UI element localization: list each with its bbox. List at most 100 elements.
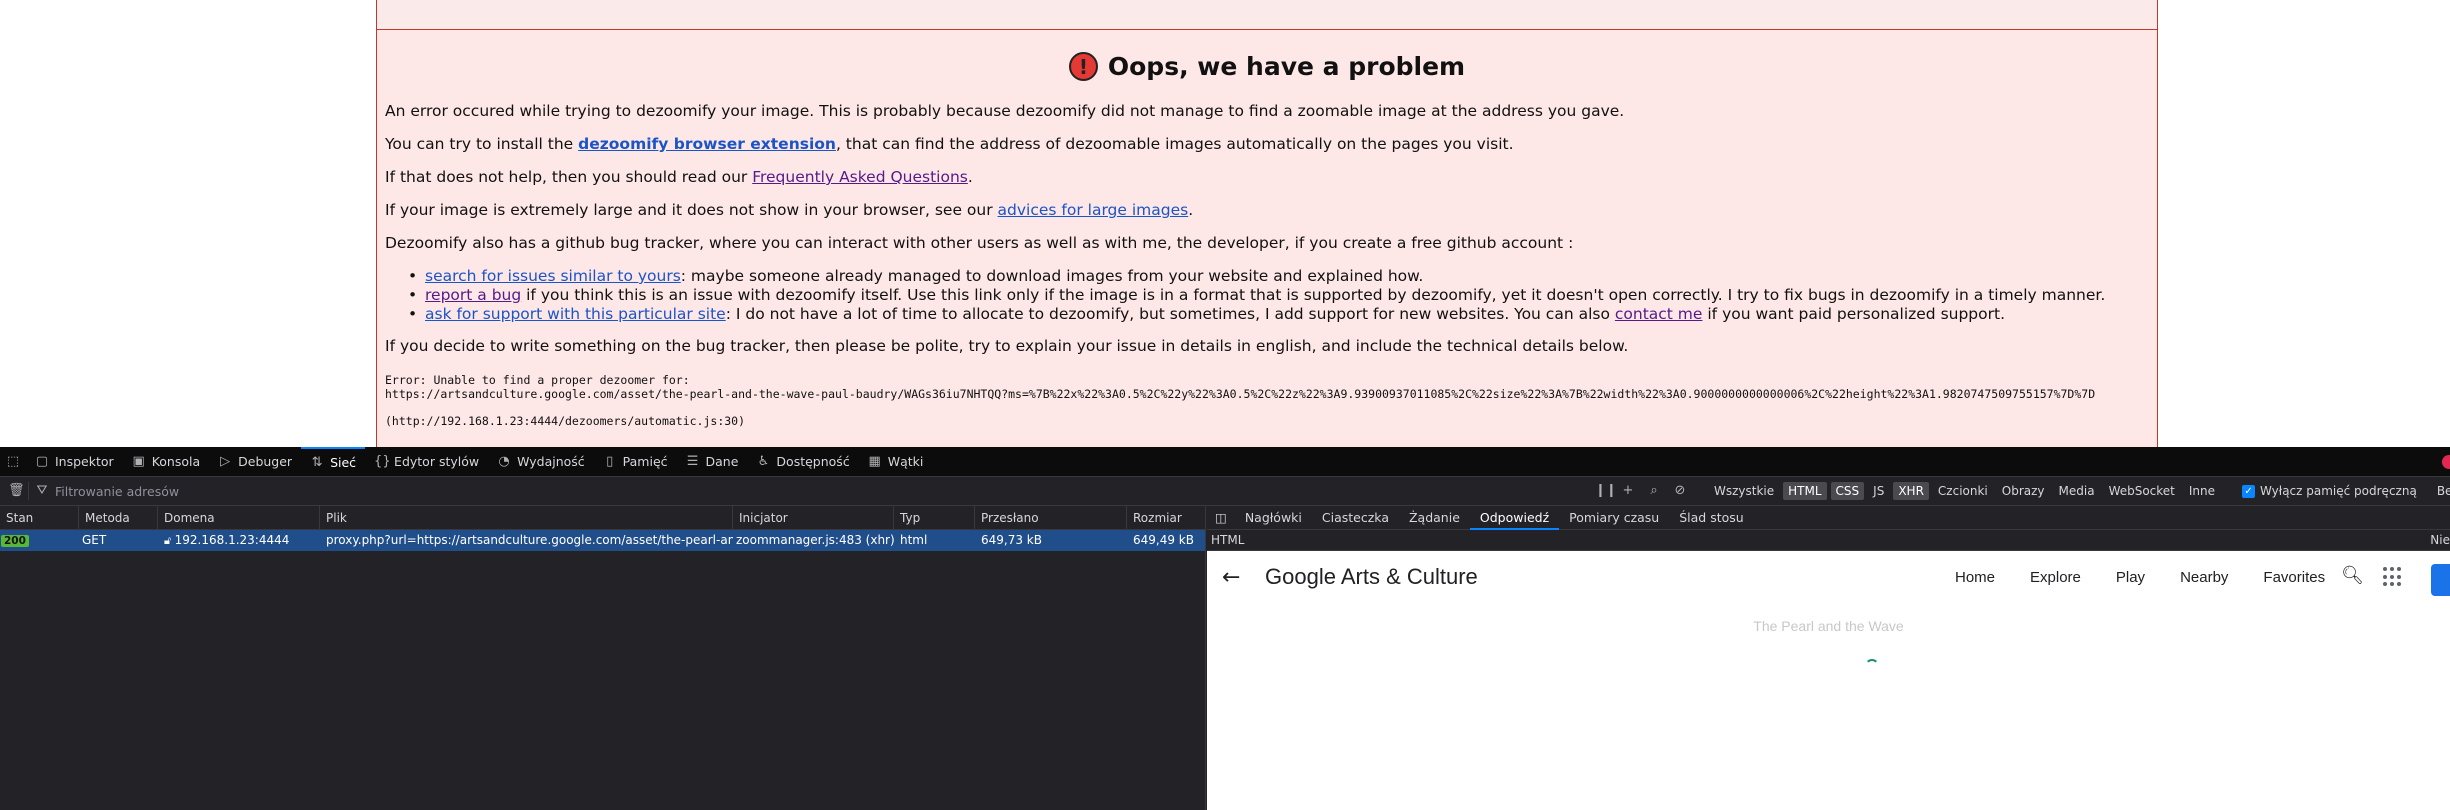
tab-inspector[interactable]: ▢ Inspektor (26, 447, 123, 477)
tab-response[interactable]: Odpowiedź (1469, 506, 1560, 530)
extension-link[interactable]: dezoomify browser extension (578, 135, 836, 153)
type-filter-css[interactable]: CSS (1830, 482, 1865, 500)
type-filter-media[interactable]: Media (2054, 482, 2100, 500)
block-icon[interactable]: ⊘ (1673, 484, 1687, 498)
error-detail-line-2: https://artsandculture.google.com/asset/… (385, 387, 2096, 401)
error-detail-line-3: (http://192.168.1.23:4444/dezoomers/auto… (385, 414, 746, 428)
filter-icon: ⛛ (36, 483, 48, 498)
type-filter-html[interactable]: HTML (1783, 482, 1827, 500)
pause-icon[interactable]: ❙❙ (1595, 484, 1617, 498)
type-filter-other[interactable]: Inne (2184, 482, 2220, 500)
col-initiator[interactable]: Inicjator (733, 506, 894, 530)
contact-me-link[interactable]: contact me (1615, 305, 1703, 323)
ask-support-link[interactable]: ask for support with this particular sit… (425, 305, 726, 323)
request-list: Stan Metoda Domena Plik Inicjator Typ Pr… (0, 506, 1206, 810)
cell-transferred: 649,73 kB (981, 533, 1042, 547)
text: : I do not have a lot of time to allocat… (725, 305, 1615, 323)
sign-in-button[interactable] (2431, 564, 2450, 596)
error-box: ! Oops, we have a problem An error occur… (376, 0, 2158, 447)
nav-home[interactable]: Home (1955, 569, 1995, 586)
error-paragraph-2: You can try to install the dezoomify bro… (385, 135, 1514, 153)
col-status[interactable]: Stan (0, 506, 79, 530)
text: , that can find the address of dezoomabl… (835, 135, 1514, 153)
response-subheader: HTML Nie (1207, 530, 2450, 551)
large-images-link[interactable]: advices for large images (998, 201, 1189, 219)
col-domain[interactable]: Domena (158, 506, 320, 530)
tab-memory[interactable]: ▯ Pamięć (594, 447, 677, 477)
storage-icon: ☰ (686, 453, 699, 469)
list-item: report a bug if you think this is an iss… (385, 286, 2105, 305)
gac-logo[interactable]: Google Arts & Culture (1265, 564, 1478, 590)
error-paragraph-6: If you decide to write something on the … (385, 337, 1629, 355)
tab-label: Pamięć (622, 454, 668, 469)
type-filter-all[interactable]: Wszystkie (1709, 482, 1779, 500)
search-icon[interactable]: ⌕ (1647, 484, 1661, 498)
performance-icon: ◔ (498, 453, 510, 469)
tab-console[interactable]: ▣ Konsola (123, 447, 209, 477)
details-tabbar: ◫ Nagłówki Ciasteczka Żądanie Odpowiedź … (1207, 506, 2450, 530)
error-topbar (377, 0, 2157, 30)
nav-explore[interactable]: Explore (2030, 569, 2081, 586)
nav-favorites[interactable]: Favorites (2263, 569, 2325, 586)
tab-storage[interactable]: ☰ Dane (677, 447, 748, 477)
type-filter-fonts[interactable]: Czcionki (1933, 482, 1993, 500)
tab-performance[interactable]: ◔ Wydajność (488, 447, 594, 477)
accessibility-icon: ♿ (757, 453, 770, 469)
text: if you want paid personalized support. (1702, 305, 2006, 323)
status-badge: 200 (1, 535, 29, 547)
console-icon: ▣ (132, 453, 145, 469)
insecure-lock-icon: 🔓︎ (164, 534, 175, 547)
back-arrow-icon[interactable]: ← (1222, 565, 1240, 590)
tab-debugger[interactable]: ▷ Debuger (209, 447, 301, 477)
tab-style-editor[interactable]: {} Edytor stylów (365, 447, 488, 477)
tab-cookies[interactable]: Ciasteczka (1312, 506, 1399, 530)
type-filters: Wszystkie HTML CSS JS XHR Czcionki Obraz… (1709, 482, 2220, 500)
sidebar-toggle-icon[interactable]: ◫ (1207, 506, 1235, 530)
type-filter-xhr[interactable]: XHR (1893, 482, 1929, 500)
text: You can try to install the (385, 135, 579, 153)
cell-file: proxy.php?url=https://artsandculture.goo… (326, 533, 733, 547)
error-detail-line-1: Error: Unable to find a proper dezoomer … (385, 373, 690, 387)
col-file[interactable]: Plik (320, 506, 733, 530)
throttling-select[interactable]: Bez o (2437, 484, 2450, 498)
type-filter-js[interactable]: JS (1868, 482, 1889, 500)
search-icon[interactable]: 🔍︎ (2341, 565, 2364, 586)
tab-accessibility[interactable]: ♿ Dostępność (747, 447, 858, 477)
cell-initiator[interactable]: zoommanager.js:483 (xhr) (733, 530, 894, 551)
type-filter-websocket[interactable]: WebSocket (2104, 482, 2180, 500)
bug-tracker-list: search for issues similar to yours: mayb… (385, 267, 2105, 324)
text: If that does not help, then you should r… (385, 168, 753, 186)
tab-request[interactable]: Żądanie (1399, 506, 1470, 530)
col-method[interactable]: Metoda (79, 506, 158, 530)
faq-link[interactable]: Frequently Asked Questions (752, 168, 968, 186)
cache-label: Wyłącz pamięć podręczną (2260, 484, 2417, 498)
nav-play[interactable]: Play (2116, 569, 2145, 586)
tab-network[interactable]: ⇅ Sieć (301, 446, 366, 477)
raw-toggle-label[interactable]: Nie (2430, 530, 2450, 551)
col-type[interactable]: Typ (894, 506, 975, 530)
nav-nearby[interactable]: Nearby (2180, 569, 2228, 586)
tab-headers[interactable]: Nagłówki (1235, 506, 1312, 530)
tab-label: Dostępność (776, 454, 850, 469)
search-issues-link[interactable]: search for issues similar to yours (425, 267, 681, 285)
loading-spinner-icon (1865, 659, 1879, 673)
trash-icon[interactable]: 🗑 (8, 484, 25, 498)
plus-icon[interactable]: + (1621, 484, 1635, 498)
disable-cache-toggle[interactable]: ✓ Wyłącz pamięć podręczną (2242, 484, 2417, 498)
filter-input[interactable]: Filtrowanie adresów (55, 484, 1595, 499)
checkbox-checked-icon[interactable]: ✓ (2242, 484, 2256, 498)
tab-stack-trace[interactable]: Ślad stosu (1669, 506, 1753, 530)
table-row[interactable]: 200 GET 🔓︎ 192.168.1.23:4444 proxy.php?u… (0, 530, 1205, 551)
apps-grid-icon[interactable] (2383, 567, 2403, 587)
domain-text: 192.168.1.23:4444 (174, 533, 290, 547)
list-item: search for issues similar to yours: mayb… (385, 267, 2105, 286)
type-filter-images[interactable]: Obrazy (1997, 482, 2050, 500)
tab-timings[interactable]: Pomiary czasu (1559, 506, 1669, 530)
tab-threads[interactable]: ▦ Wątki (859, 447, 933, 477)
list-item: ask for support with this particular sit… (385, 305, 2105, 324)
error-count-badge[interactable] (2442, 455, 2450, 469)
col-size[interactable]: Rozmiar (1127, 506, 1205, 530)
element-picker-button[interactable]: ⬚ (0, 447, 26, 477)
report-bug-link[interactable]: report a bug (425, 286, 521, 304)
col-transferred[interactable]: Przesłano (975, 506, 1127, 530)
